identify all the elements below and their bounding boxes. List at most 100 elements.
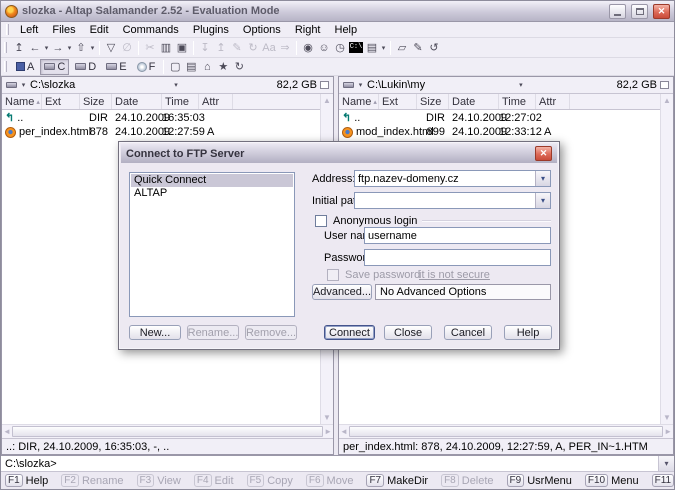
left-path[interactable]: C:\slozka [30,79,75,91]
menubar-grip[interactable] [6,24,9,35]
edit-path-icon[interactable]: ✎ [410,40,426,56]
find-icon[interactable]: ◉ [300,40,316,56]
scroll-right-icon[interactable]: ► [664,425,672,438]
address-input[interactable] [355,171,535,186]
initial-path-input[interactable] [355,193,535,208]
column-date[interactable]: Date [449,94,499,109]
anonymous-login-label[interactable]: Anonymous login [333,215,417,227]
drivebar-grip[interactable] [4,61,7,72]
f11-connect[interactable]: F11Connect [652,474,675,487]
copy-icon[interactable]: ▥ [158,40,174,56]
drive-a-button[interactable]: A [12,59,38,75]
menu-help[interactable]: Help [328,23,365,37]
table-row[interactable]: ↰.. DIR 24.10.2009 16:35:03 [2,111,320,125]
back-icon[interactable]: ← [27,40,43,56]
anonymous-login-checkbox[interactable] [315,215,327,227]
drive-icon[interactable] [343,82,354,88]
reload-icon[interactable]: ↺ [426,40,442,56]
column-time[interactable]: Time [499,94,536,109]
right-horizontal-scrollbar[interactable]: ◄ ► [339,424,673,438]
forward-dropdown-icon[interactable]: ▾ [66,44,73,52]
left-path-bar[interactable]: ▾ C:\slozka ▾ 82,2 GB [2,77,333,94]
column-size[interactable]: Size [417,94,449,109]
parent-dropdown-icon[interactable]: ▾ [89,44,96,52]
dialog-close-button[interactable]: ✕ [535,146,552,161]
recycle-icon[interactable]: ↻ [231,59,247,75]
drive-icon[interactable] [6,82,17,88]
right-path-bar[interactable]: ▾ C:\Lukin\my ▾ 82,2 GB [339,77,673,94]
table-row[interactable]: mod_index.html 899 24.10.2009 12:33:12 A [339,125,660,139]
parent-directory-icon[interactable]: ⇧ [73,40,89,56]
column-attr[interactable]: Attr [199,94,233,109]
clock-icon[interactable]: ◷ [332,40,348,56]
menu-plugins[interactable]: Plugins [186,23,236,37]
close-dialog-button[interactable]: Close [384,325,432,340]
chevron-down-icon[interactable]: ▾ [535,193,550,208]
command-prompt-icon[interactable]: C:\ [348,40,364,56]
scrollbar-thumb[interactable] [12,426,323,437]
list-item-quick-connect[interactable]: Quick Connect [131,174,293,187]
drives-dropdown-icon[interactable]: ▾ [380,44,387,52]
left-horizontal-scrollbar[interactable]: ◄ ► [2,424,333,438]
path-history-icon[interactable]: ▾ [517,81,524,89]
column-name[interactable]: Name▴ [2,94,42,109]
username-field[interactable] [364,227,551,244]
column-size[interactable]: Size [80,94,112,109]
scrollbar-thumb[interactable] [349,426,663,437]
cancel-button[interactable]: Cancel [444,325,492,340]
drive-c-button[interactable]: C [40,59,69,75]
not-secure-link[interactable]: it is not secure [419,269,490,281]
f7-makedir[interactable]: F7MakeDir [366,474,428,487]
right-vertical-scrollbar[interactable]: ▲ ▼ [660,94,673,424]
scroll-up-icon[interactable]: ▲ [663,94,671,107]
home-icon[interactable]: ⌂ [199,59,215,75]
initial-path-combobox[interactable]: ▾ [354,192,551,209]
drive-f-button[interactable]: F [133,59,160,75]
right-path[interactable]: C:\Lukin\my [367,79,425,91]
list-item-altap[interactable]: ALTAP [131,187,293,200]
close-button[interactable]: ✕ [653,4,670,19]
scroll-down-icon[interactable]: ▼ [663,411,671,424]
paste-icon[interactable]: ▣ [174,40,190,56]
minimize-button[interactable] [609,4,626,19]
network-icon[interactable]: ▤ [183,59,199,75]
documents-icon[interactable]: ▢ [167,59,183,75]
menu-commands[interactable]: Commands [116,23,186,37]
column-attr[interactable]: Attr [536,94,570,109]
address-combobox[interactable]: ▾ [354,170,551,187]
menu-right[interactable]: Right [288,23,328,37]
scroll-left-icon[interactable]: ◄ [340,425,348,438]
table-row[interactable]: ↰.. DIR 24.10.2009 12:27:02 [339,111,660,125]
open-folder-icon[interactable]: ▱ [394,40,410,56]
drives-icon[interactable]: ▤ [364,40,380,56]
toolbar-grip[interactable] [4,42,7,53]
drive-e-button[interactable]: E [102,59,130,75]
column-ext[interactable]: Ext [379,94,417,109]
f10-menu[interactable]: F10Menu [585,474,639,487]
favorites-icon[interactable]: ★ [215,59,231,75]
up-directory-icon[interactable]: ↥ [11,40,27,56]
f1-help[interactable]: F1Help [5,474,48,487]
command-history-icon[interactable]: ▾ [658,456,674,471]
menu-options[interactable]: Options [236,23,288,37]
filter-icon[interactable]: ▽ [103,40,119,56]
path-history-icon[interactable]: ▾ [172,81,179,89]
maximize-button[interactable] [631,4,648,19]
drive-dropdown-icon[interactable]: ▾ [357,81,364,89]
disk-info-icon[interactable] [320,81,329,89]
table-row[interactable]: per_index.html 878 24.10.2009 12:27:59 A [2,125,320,139]
menu-files[interactable]: Files [45,23,82,37]
column-date[interactable]: Date [112,94,162,109]
command-line[interactable]: C:\slozka> ▾ [1,455,674,472]
help-button[interactable]: Help [504,325,552,340]
new-button[interactable]: New... [129,325,181,340]
column-name[interactable]: Name▴ [339,94,379,109]
scroll-up-icon[interactable]: ▲ [323,94,331,107]
user-menu-icon[interactable]: ☺ [316,40,332,56]
menu-left[interactable]: Left [13,23,45,37]
drive-d-button[interactable]: D [71,59,100,75]
disk-info-icon[interactable] [660,81,669,89]
password-field[interactable] [364,249,551,266]
connect-button[interactable]: Connect [324,325,375,340]
scroll-left-icon[interactable]: ◄ [3,425,11,438]
